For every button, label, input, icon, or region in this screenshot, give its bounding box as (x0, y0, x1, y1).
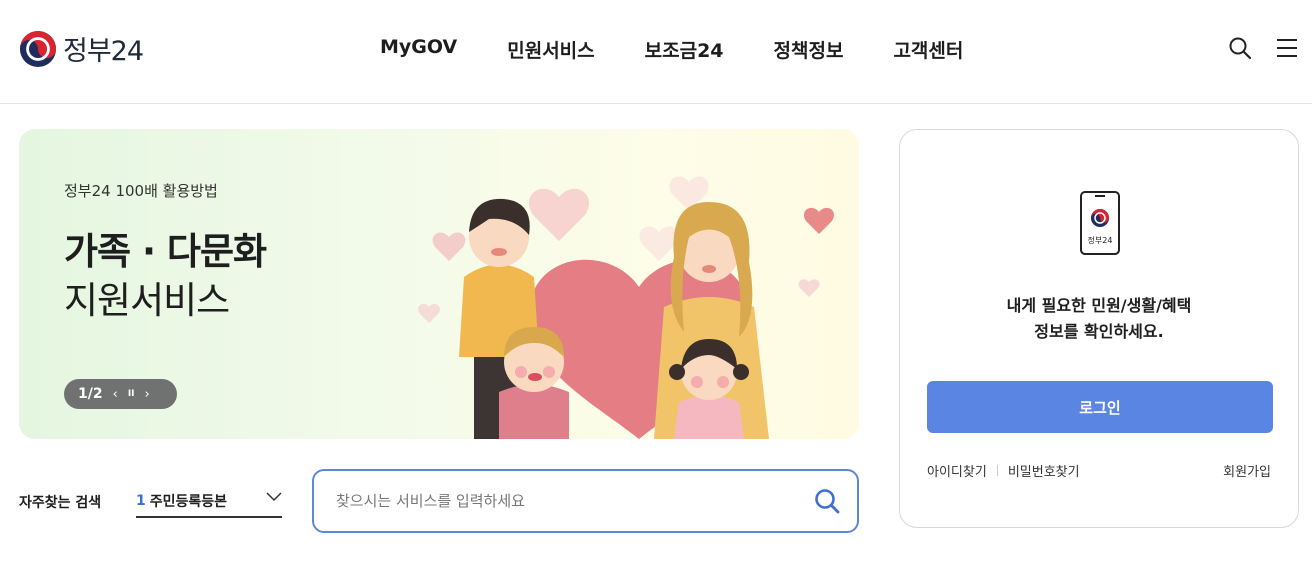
banner-next-button[interactable]: › (145, 388, 150, 401)
phone-logo-label: 정부24 (1088, 235, 1113, 245)
chevron-down-icon (266, 492, 282, 502)
logo-text: 정부24 (63, 36, 144, 67)
mobile-phone-icon: 정부24 (1080, 191, 1120, 255)
frequent-search-select[interactable]: 1 주민등록등본 (136, 485, 282, 518)
nav-mygov[interactable]: MyGOV (380, 36, 457, 63)
taegeuk-logo-icon (19, 30, 57, 67)
nav-subsidy24[interactable]: 보조금24 (645, 36, 724, 63)
header-tools (1228, 36, 1298, 60)
divider (996, 465, 998, 476)
login-message-line1: 내게 필요한 민원/생활/혜택 (1006, 296, 1192, 315)
frequent-search-value: 주민등록등본 (149, 493, 228, 510)
main-nav: MyGOV 민원서비스 보조금24 정책정보 고객센터 (380, 36, 1013, 63)
search-input[interactable] (336, 492, 797, 510)
banner-counter: 1/2 (78, 386, 103, 402)
find-password-link[interactable]: 비밀번호찾기 (1008, 461, 1080, 480)
menu-icon[interactable] (1276, 37, 1298, 59)
banner-title-2: 지원서비스 (64, 279, 230, 322)
banner-controls: 1/2 ‹ II › (64, 379, 177, 409)
nav-customer-center[interactable]: 고객센터 (893, 36, 963, 63)
login-message-line2: 정보를 확인하세요. (1034, 322, 1164, 341)
login-card: 정부24 내게 필요한 민원/생활/혜택 정보를 확인하세요. 로그인 아이디찾… (899, 129, 1299, 528)
main-banner[interactable]: 정부24 100배 활용방법 가족 · 다문화 지원서비스 1/2 ‹ II › (19, 129, 859, 439)
banner-subtitle: 정부24 100배 활용방법 (64, 182, 218, 200)
account-links: 아이디찾기 비밀번호찾기 (927, 461, 1080, 480)
banner-pause-button[interactable]: II (128, 389, 135, 399)
nav-policy-info[interactable]: 정책정보 (774, 36, 844, 63)
find-id-link[interactable]: 아이디찾기 (927, 461, 987, 480)
family-heart-illustration (418, 176, 835, 439)
frequent-search-label: 자주찾는 검색 (19, 495, 102, 511)
search-icon[interactable] (1228, 36, 1252, 60)
logo[interactable]: 정부24 (19, 29, 144, 68)
nav-civil-service[interactable]: 민원서비스 (507, 36, 594, 63)
banner-title: 가족 · 다문화 (64, 230, 267, 273)
search-button[interactable] (797, 471, 857, 531)
header: 정부24 MyGOV 민원서비스 보조금24 정책정보 고객센터 (0, 0, 1312, 104)
frequent-search-rank: 1 (136, 492, 146, 509)
login-button[interactable]: 로그인 (927, 381, 1273, 433)
banner-prev-button[interactable]: ‹ (113, 388, 118, 401)
search-icon (815, 489, 840, 514)
service-search (312, 469, 859, 533)
signup-link[interactable]: 회원가입 (1223, 461, 1271, 480)
